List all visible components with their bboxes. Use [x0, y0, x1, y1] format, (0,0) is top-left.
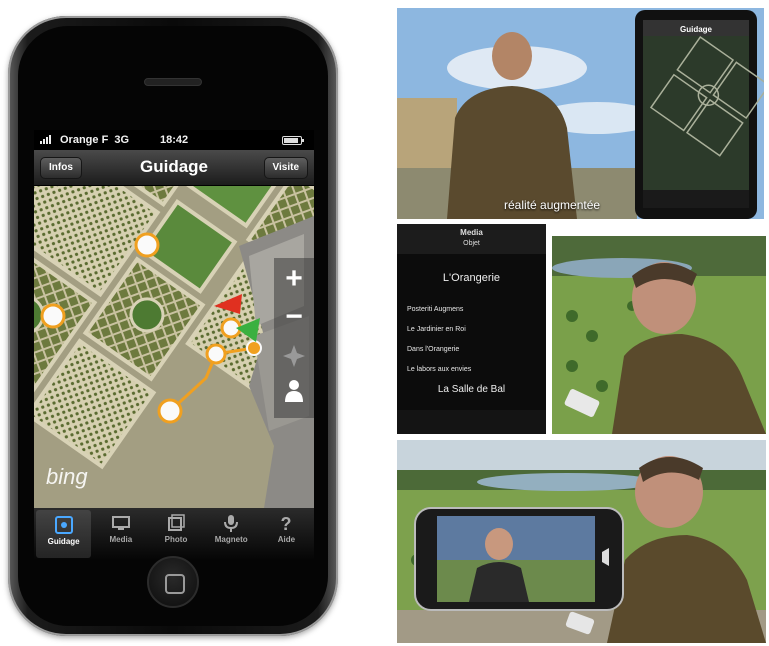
phone-screen: Orange F 3G 18:42 Infos Guidage Visite +…	[34, 130, 314, 560]
media-menu-screen: Media Objet L'Orangerie Posteriti Augmen…	[397, 224, 546, 434]
menu-item[interactable]: Posteriti Augmens	[407, 300, 537, 320]
guidage-icon	[54, 516, 73, 534]
mini-tab-bar	[397, 410, 546, 434]
signal-icon	[40, 134, 51, 144]
status-bar: Orange F 3G 18:42	[34, 130, 314, 150]
menu-item[interactable]: Le labors aux envies	[407, 360, 537, 380]
satellite-map[interactable]: + − bing	[34, 186, 314, 508]
section-title: L'Orangerie	[442, 272, 501, 284]
photo-scene-bottom	[397, 440, 766, 643]
person-head	[492, 32, 532, 80]
photo-scene-middle	[552, 236, 766, 434]
battery-icon	[282, 136, 304, 145]
media-header-sub: Objet	[463, 240, 480, 247]
poi-marker-5[interactable]	[157, 398, 183, 424]
tab-guidage[interactable]: Guidage	[36, 510, 92, 558]
poi-marker-1[interactable]	[134, 232, 160, 258]
bing-logo: bing	[46, 464, 88, 489]
home-button[interactable]	[147, 556, 199, 608]
tab-label: Photo	[164, 535, 188, 544]
iphone-device: Orange F 3G 18:42 Infos Guidage Visite +…	[8, 16, 338, 636]
media-header: Media Objet	[397, 224, 546, 254]
menu-item[interactable]: Dans l'Orangerie	[407, 340, 537, 360]
svg-text:?: ?	[281, 514, 292, 533]
zoom-in-button[interactable]: +	[285, 262, 303, 295]
media-menu-list: Posteriti Augmens Le Jardinier en Roi Da…	[407, 300, 537, 380]
phone-title-in-photo: Guidage	[680, 25, 713, 34]
earpiece-speaker	[144, 78, 202, 86]
network-type: 3G	[114, 134, 130, 146]
tab-label: Guidage	[47, 537, 80, 546]
microphone-icon	[224, 515, 239, 532]
photo-scene-top: Guidage	[397, 8, 764, 219]
poi-marker-2[interactable]	[40, 303, 66, 329]
monitor-icon	[111, 516, 130, 530]
tab-aide[interactable]: ? Aide	[259, 508, 314, 560]
tab-media[interactable]: Media	[93, 508, 148, 560]
zoom-out-button[interactable]: −	[285, 300, 303, 333]
menu-footer: La Salle de Bal	[437, 384, 506, 395]
composite-image: Orange F 3G 18:42 Infos Guidage Visite +…	[0, 0, 769, 646]
photo-video-guide	[397, 440, 766, 643]
carrier-name: Orange F	[60, 134, 109, 146]
tab-photo[interactable]: Photo	[148, 508, 203, 560]
poi-marker-4[interactable]	[205, 343, 227, 365]
tab-label: Media	[109, 535, 133, 544]
tab-label: Magneto	[214, 535, 248, 544]
video-presenter-head	[485, 528, 513, 560]
photo-augmented-reality: Guidage réalité augmentée	[397, 8, 764, 219]
menu-item[interactable]: Le Jardinier en Roi	[407, 320, 537, 340]
carrier-label: Orange F 3G	[60, 134, 129, 146]
clock: 18:42	[160, 134, 189, 146]
tab-magneto[interactable]: Magneto	[204, 508, 259, 560]
video-presenter-body	[469, 562, 529, 602]
tab-label: Aide	[277, 535, 296, 544]
question-icon: ?	[281, 514, 292, 533]
media-header-title: Media	[460, 228, 483, 237]
photo-icon	[168, 514, 185, 531]
visite-button[interactable]: Visite	[263, 157, 308, 179]
tab-bar: Guidage Media Photo Magneto ? Aide	[34, 508, 314, 560]
photo-caption: réalité augmentée	[504, 198, 601, 212]
nav-bar: Infos Guidage Visite	[34, 150, 314, 186]
current-position-marker	[246, 340, 262, 356]
photo-man-with-phone	[552, 236, 766, 434]
